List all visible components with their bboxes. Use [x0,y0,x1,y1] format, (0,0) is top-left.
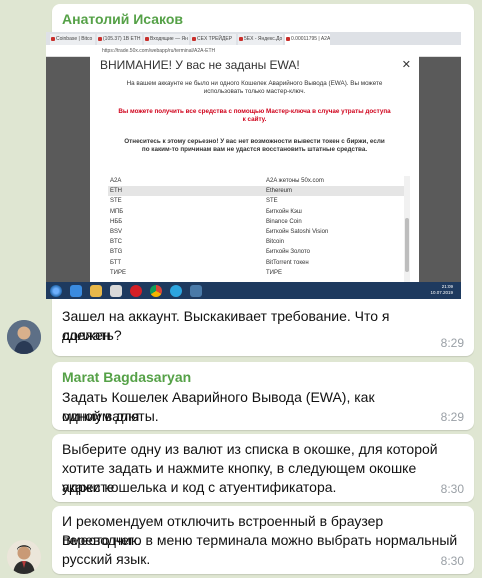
ie-icon [70,284,82,297]
message-timestamp: 8:30 [440,482,464,496]
attached-screenshot[interactable]: Coinbase | Bitco (105.37) 1B ETH Входящи… [46,32,461,299]
currency-row-selected: ETH Ethereum [108,186,410,197]
message-timestamp: 8:29 [440,336,464,350]
browser-tab: СЕХ ТРЕЙДЕР [191,34,236,45]
currency-row: ТИРЕ ТИРЕ [110,269,282,276]
message-text-line: русский язык. [62,551,151,567]
browser-tabbar: Coinbase | Bitco (105.37) 1B ETH Входящи… [46,32,461,45]
close-icon: ✕ [401,58,411,71]
browser-tab: 5EX - Яндекс.До [238,34,283,45]
message-bubble-2[interactable]: Marat Bagdasaryan Задать Кошелек Аварийн… [52,362,474,430]
folder-icon [90,284,102,297]
currency-row: НББ Binance Coin [110,218,302,225]
message-timestamp: 8:29 [440,410,464,424]
avatar-marat[interactable] [7,540,41,574]
browser-tab: (105.37) 1B ETH [97,34,142,45]
message-bubble-4[interactable]: И рекомендуем отключить встроенный в бра… [52,506,474,574]
message-text-line: адрес кошелька и код с атуентификатора. [62,479,337,495]
list-scrollbar [404,176,410,282]
currency-row: STE STE [110,198,278,205]
windows-start-icon [50,284,62,297]
browser-tab-active: 0.00011795 | A2A [285,34,330,45]
currency-list: A2A A2A жетоны 50x.com ETH Ethereum STE STE… [108,176,410,282]
message-text-line: одной валюты. [62,408,159,424]
app-icon [190,284,202,297]
currency-row: BTC Bitcoin [110,239,285,246]
sender-name[interactable]: Marat Bagdasaryan [62,369,191,385]
currency-row: МПБ Биткойн Кэш [110,208,302,215]
message-text-line: Выберите одну из валют из списка в окошк… [62,441,438,457]
dialog-paragraph-3a: Отнеситесь к этому серьезно! У вас нет в… [124,138,385,145]
currency-row: BTG Биткойн Золото [110,249,311,256]
sender-name[interactable]: Анатолий Исаков [62,11,183,27]
message-timestamp: 8:30 [440,554,464,568]
message-text-line: Вместо него в меню терминала можно выбра… [62,532,458,548]
avatar-anatoly[interactable] [7,320,41,354]
currency-row: БТТ BitTorrent токен [110,259,309,266]
currency-row: A2A A2A жетоны 50x.com [110,178,324,185]
message-text-line: сделать? [62,327,122,343]
user-avatar-image [7,320,41,354]
user-avatar-image [7,540,41,574]
ewa-warning-dialog: ВНИМАНИЕ! У вас не заданы EWA! ✕ На ваше… [90,56,419,282]
dialog-paragraph-3b: по каким-то причинам вам не удастся восс… [141,146,368,153]
message-bubble-1[interactable]: Анатолий Исаков Coinbase | Bitco (105.37… [46,4,474,356]
dialog-paragraph-1b: использовать только мастер-ключ. [203,88,306,95]
dialog-paragraph-2a: Вы можете получить все средства с помощь… [118,108,391,115]
system-clock: 21:09 10.07.2019 [430,284,453,295]
dialog-paragraph-2b: к сайту. [242,116,267,123]
chat-history: Анатолий Исаков Coinbase | Bitco (105.37… [0,0,482,578]
media-icon [110,284,122,297]
chrome-icon [150,284,162,297]
dialog-title: ВНИМАНИЕ! У вас не заданы EWA! [100,58,300,72]
windows-taskbar: 21:09 10.07.2019 [46,282,461,299]
currency-row: BSV Биткойн Satoshi Vision [110,229,329,236]
dialog-paragraph-1a: На вашем аккаунте не было ни одного Коше… [126,80,383,87]
message-bubble-3[interactable]: Выберите одну из валют из списка в окошк… [52,434,474,502]
browser-tab: Входящие — Ян [144,34,189,45]
browser-tab: Coinbase | Bitco [50,34,95,45]
opera-icon [130,284,142,297]
telegram-icon [170,284,182,297]
